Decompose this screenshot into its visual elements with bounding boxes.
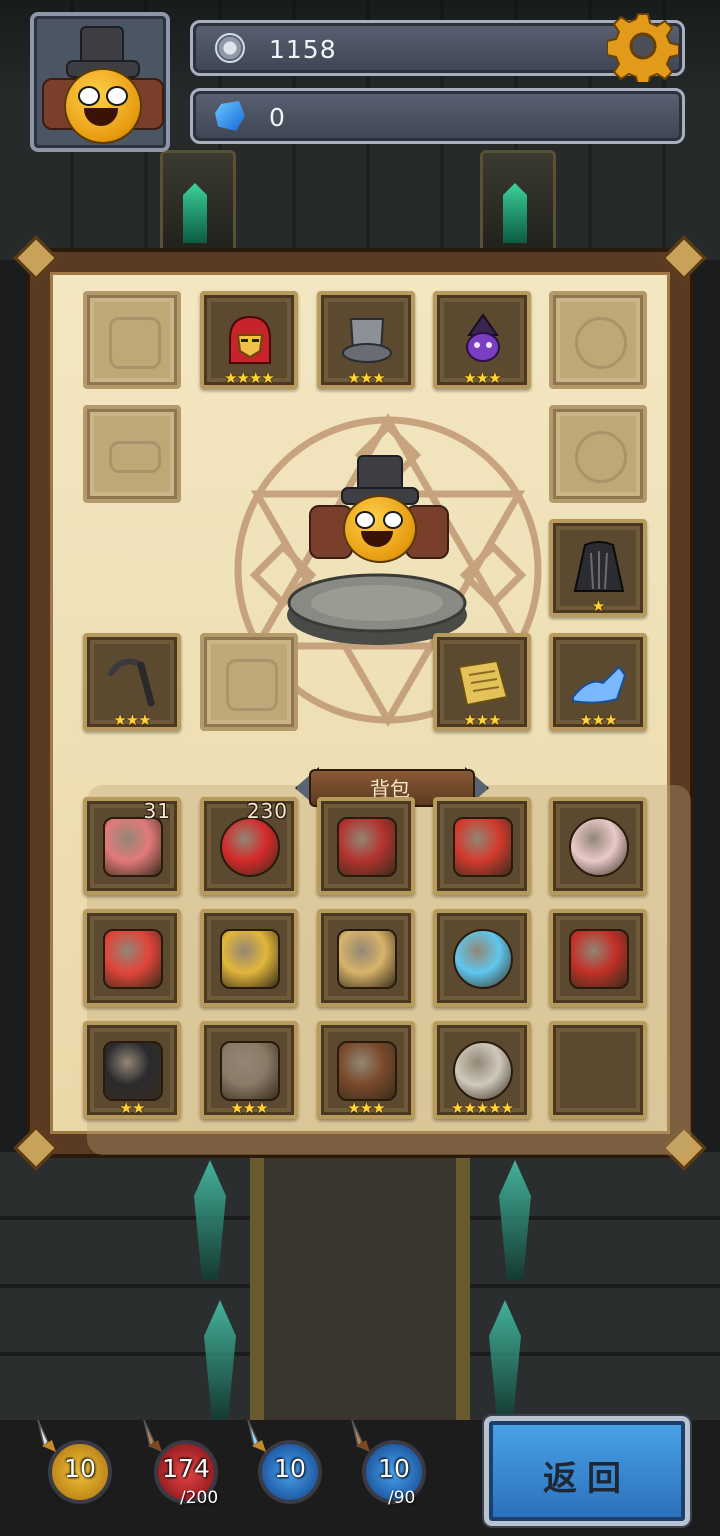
equip-slot-accessory[interactable]: ★★★	[433, 291, 531, 389]
rarity-stars: ★★★★	[224, 369, 275, 387]
wig-icon	[220, 1041, 280, 1101]
item-count: 31	[143, 799, 171, 823]
attack-value: 10	[64, 1454, 96, 1483]
top-hat-icon	[342, 318, 392, 363]
bag-slot[interactable]	[317, 909, 415, 1007]
rarity-stars: ★★★	[230, 1099, 268, 1117]
meat-icon	[103, 817, 163, 877]
stat-defense[interactable]: 10	[247, 1419, 330, 1512]
bag-slot[interactable]: ★★★★★	[433, 1021, 531, 1119]
eyeball-blue-icon	[453, 929, 513, 989]
bag-slot[interactable]	[549, 797, 647, 895]
hero-character[interactable]	[303, 455, 453, 575]
rarity-stars: ★★★	[347, 1099, 385, 1117]
bag-slot[interactable]	[549, 909, 647, 1007]
hero-portrait	[34, 16, 166, 148]
black-cloak-icon	[573, 541, 625, 592]
bag-slot[interactable]: 31	[83, 797, 181, 895]
bag-slot[interactable]	[200, 909, 298, 1007]
equip-slot-weapon[interactable]: ★★★	[83, 633, 181, 731]
glass-slipper-icon	[572, 665, 627, 704]
equip-slot-cloak[interactable]: ★	[549, 519, 647, 617]
crystal	[499, 1160, 531, 1280]
back-button[interactable]: 返回	[484, 1416, 690, 1526]
stone-pathway	[250, 1150, 470, 1420]
purple-lantern-icon	[466, 313, 500, 362]
equip-slot-necklace-empty[interactable]	[549, 291, 647, 389]
mana-value: 10	[378, 1454, 410, 1483]
coin-count: 1158	[269, 35, 337, 64]
defense-value: 10	[274, 1454, 306, 1483]
bag-slot[interactable]	[83, 909, 181, 1007]
castle-background-bottom	[0, 1150, 720, 1420]
bag-slot[interactable]: ★★★	[317, 1021, 415, 1119]
item-count: 230	[246, 799, 288, 823]
gem-bar: 0	[190, 88, 685, 144]
crystal	[204, 1300, 236, 1420]
red-potion-icon	[220, 817, 280, 877]
equip-slot-weapon-empty[interactable]	[83, 291, 181, 389]
rarity-stars: ★★	[119, 1099, 146, 1117]
stat-attack[interactable]: 10	[37, 1419, 120, 1512]
equip-slot-helmet[interactable]: ★★★★	[200, 291, 298, 389]
masked-hat-icon	[103, 1041, 163, 1101]
gem-count: 0	[269, 103, 286, 132]
crystal	[489, 1300, 521, 1420]
rarity-stars: ★★★	[463, 369, 501, 387]
settings-button[interactable]	[606, 10, 680, 87]
blue-gem-icon	[215, 101, 245, 131]
equip-slot-armor-empty[interactable]	[200, 633, 298, 731]
bag-slot[interactable]	[317, 797, 415, 895]
iron-helmet-icon	[229, 315, 271, 364]
equip-slot-hat[interactable]: ★★★	[317, 291, 415, 389]
card-icon	[453, 817, 513, 877]
eyeball-red-icon	[569, 817, 629, 877]
bag-slot[interactable]: 230	[200, 797, 298, 895]
first-aid-kit-icon	[103, 929, 163, 989]
stomach-icon	[337, 817, 397, 877]
stat-hp[interactable]: 174 /200	[143, 1419, 226, 1512]
hp-max: /200	[180, 1488, 219, 1508]
equip-slot-belt-empty[interactable]	[83, 405, 181, 503]
bag-slot[interactable]	[549, 1021, 647, 1119]
equipment-panel: ★★★★ ★★★ ★★★ ★ ★★★ ★★★ ★★★ 背包 31 230 ★★ …	[13, 235, 707, 1171]
boots-icon	[337, 1041, 397, 1101]
rarity-stars: ★★★	[579, 711, 617, 729]
bag-slot[interactable]	[433, 909, 531, 1007]
sickle-icon	[108, 658, 155, 707]
equip-slot-ring-empty[interactable]	[549, 405, 647, 503]
silver-coin-icon	[215, 33, 245, 63]
parchment-panel: ★★★★ ★★★ ★★★ ★ ★★★ ★★★ ★★★ 背包 31 230 ★★ …	[50, 272, 691, 1155]
rarity-stars: ★★★	[347, 369, 385, 387]
scroll-map-icon	[457, 659, 509, 707]
parchment-icon	[337, 929, 397, 989]
equip-slot-scroll[interactable]: ★★★	[433, 633, 531, 731]
golden-key-icon	[220, 929, 280, 989]
gear-icon	[606, 13, 680, 87]
rarity-stars: ★★★★★	[450, 1099, 514, 1117]
red-scroll-icon	[569, 929, 629, 989]
hero-avatar[interactable]	[30, 12, 170, 152]
hp-value: 174	[162, 1454, 210, 1483]
rarity-stars: ★	[591, 597, 605, 615]
bag-slot[interactable]: ★★	[83, 1021, 181, 1119]
rarity-stars: ★★★	[463, 711, 501, 729]
crystal	[194, 1160, 226, 1280]
equip-slot-shoes[interactable]: ★★★	[549, 633, 647, 731]
bag-slot[interactable]	[433, 797, 531, 895]
skull-icon	[453, 1041, 513, 1101]
bag-slot[interactable]: ★★★	[200, 1021, 298, 1119]
mana-max: /90	[388, 1488, 416, 1508]
stat-mana[interactable]: 10 /90	[351, 1419, 434, 1512]
rarity-stars: ★★★	[113, 711, 151, 729]
back-button-label: 返回	[543, 1459, 631, 1499]
